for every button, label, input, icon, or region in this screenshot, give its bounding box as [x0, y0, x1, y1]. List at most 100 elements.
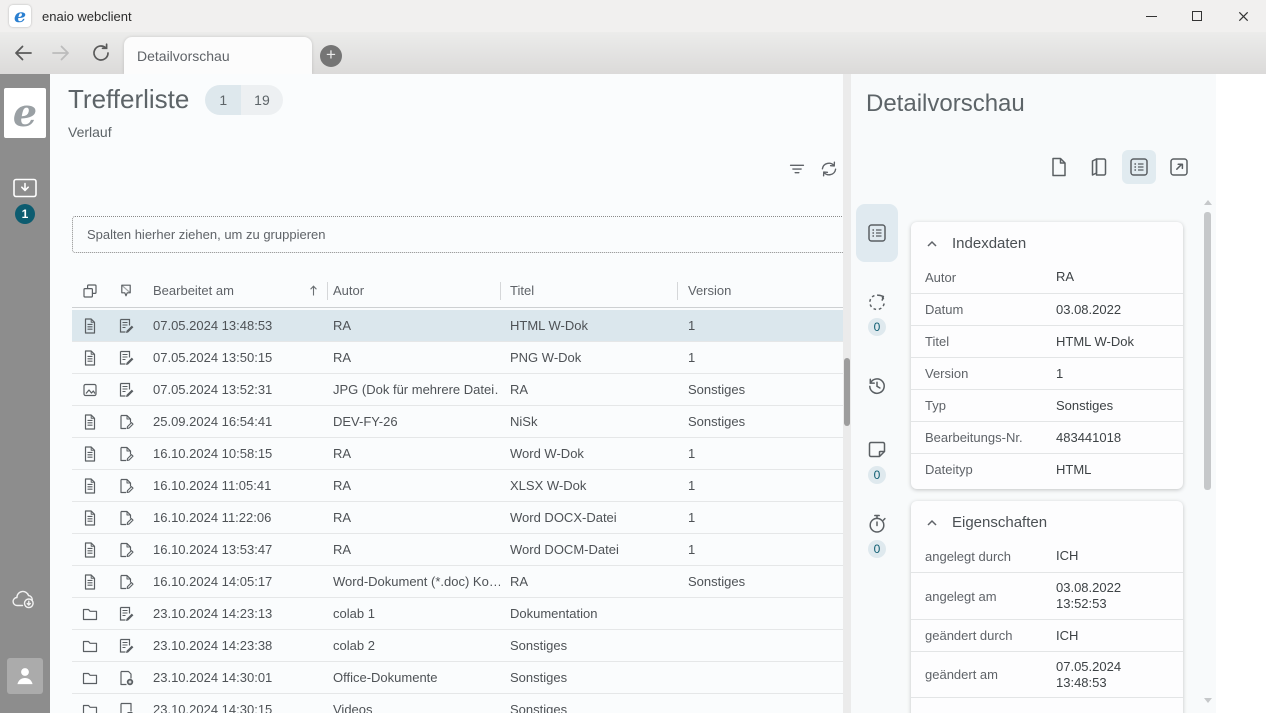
detail-scrollbar[interactable]	[1203, 198, 1213, 713]
cell-titel: Sonstiges	[500, 670, 677, 685]
scroll-up-arrow-icon[interactable]	[1204, 200, 1212, 205]
column-header-autor[interactable]: Autor	[327, 283, 500, 298]
user-avatar-button[interactable]	[7, 658, 43, 694]
column-divider[interactable]	[500, 282, 501, 300]
table-row[interactable]: 16.10.2024 10:58:15RAWord W-Dok1	[72, 438, 858, 470]
table-row[interactable]: 16.10.2024 14:05:17Word-Dokument (*.doc)…	[72, 566, 858, 598]
cell-autor: DEV-FY-26	[327, 414, 500, 429]
maximize-icon	[1192, 11, 1202, 21]
section-header-indexdaten[interactable]: Indexdaten	[911, 222, 1183, 261]
cell-version: 1	[677, 350, 852, 365]
view-tab-document-preview[interactable]	[1042, 150, 1076, 184]
notes-icon	[865, 438, 889, 462]
rail-item-notes[interactable]: 0	[865, 438, 889, 484]
page-scrollbar[interactable]	[843, 74, 851, 713]
cell-autor: Videos	[327, 702, 500, 713]
page-scrollbar-thumb[interactable]	[844, 358, 850, 426]
view-tab-open-in-window[interactable]	[1162, 150, 1196, 184]
field-label: geändert am	[925, 667, 1056, 682]
detail-title: Detailvorschau	[866, 90, 1025, 118]
column-header-bearbeitet-am[interactable]: Bearbeitet am	[144, 283, 327, 298]
cell-autor: RA	[327, 478, 500, 493]
app-body: e 1 Trefferliste 1 19 Verlauf	[0, 74, 1266, 713]
enaio-sidebar-logo[interactable]: e	[4, 88, 46, 138]
object-type-column-icon[interactable]	[81, 282, 99, 300]
detail-panel: Detailvorschau 000 Indexdaten AutorRADat…	[851, 74, 1216, 713]
cell-autor: RA	[327, 510, 500, 525]
column-header-titel[interactable]: Titel	[500, 283, 677, 298]
page-edit-icon	[117, 509, 135, 527]
table-row[interactable]: 23.10.2024 14:23:13colab 1Dokumentation	[72, 598, 858, 630]
offline-sync-button[interactable]	[11, 588, 39, 612]
minimize-button[interactable]	[1128, 0, 1174, 32]
inbox-count-badge: 1	[15, 204, 35, 224]
annotation-pin-column-icon[interactable]	[117, 282, 135, 300]
section-header-eigenschaften[interactable]: Eigenschaften	[911, 501, 1183, 540]
group-by-dropzone[interactable]: Spalten hierher ziehen, um zu gruppieren	[72, 216, 873, 253]
cloud-download-icon	[11, 588, 39, 612]
cell-bearbeitet-am: 07.05.2024 13:50:15	[144, 350, 327, 365]
inbox-tray-button[interactable]	[11, 176, 39, 200]
table-row[interactable]: 23.10.2024 14:30:15VideosSonstiges	[72, 694, 858, 713]
table-row[interactable]: 07.05.2024 13:48:53RAHTML W-Dok1	[72, 310, 858, 342]
workflow-circulation-icon	[865, 290, 889, 314]
rail-item-history[interactable]	[865, 374, 889, 398]
scroll-down-arrow-icon[interactable]	[1204, 698, 1212, 703]
cell-version: Sonstiges	[677, 574, 852, 589]
table-row[interactable]: 16.10.2024 11:22:06RAWord DOCX-Datei1	[72, 502, 858, 534]
field-label: Titel	[925, 334, 1056, 349]
refresh-button[interactable]	[818, 158, 840, 180]
close-button[interactable]	[1220, 0, 1266, 32]
view-tab-object-preview[interactable]	[1082, 150, 1116, 184]
table-body: 07.05.2024 13:48:53RAHTML W-Dok107.05.20…	[72, 310, 858, 713]
column-header-version[interactable]: Version	[677, 283, 852, 298]
cell-autor: colab 1	[327, 606, 500, 621]
field-label: Datum	[925, 302, 1056, 317]
chevron-up-icon	[925, 516, 939, 530]
cell-bearbeitet-am: 25.09.2024 16:54:41	[144, 414, 327, 429]
rail-item-workflow-circulation[interactable]: 0	[865, 290, 889, 336]
forward-button[interactable]	[49, 41, 73, 65]
column-divider[interactable]	[327, 282, 328, 300]
field-label: Dateityp	[925, 462, 1056, 477]
cell-titel: Word DOCM-Datei	[500, 542, 677, 557]
detail-field-row: geändert am07.05.2024 13:48:53	[911, 651, 1183, 698]
table-row[interactable]: 23.10.2024 14:23:38colab 2Sonstiges	[72, 630, 858, 662]
field-label: angelegt durch	[925, 549, 1056, 564]
document-icon	[81, 541, 99, 559]
cell-bearbeitet-am: 16.10.2024 14:05:17	[144, 574, 327, 589]
field-value: RA	[1056, 269, 1169, 285]
page-tray-icon	[117, 701, 135, 713]
left-sidebar: e 1	[0, 74, 50, 713]
inbox-tray-icon	[11, 176, 39, 200]
new-tab-button[interactable]: +	[320, 45, 342, 67]
table-row[interactable]: 07.05.2024 13:52:31JPG (Dok für mehrere …	[72, 374, 858, 406]
history-icon	[865, 374, 889, 398]
field-value: HTML W-Dok	[1056, 334, 1169, 350]
cell-version: 1	[677, 542, 852, 557]
back-button[interactable]	[11, 41, 35, 65]
table-row[interactable]: 23.10.2024 14:30:01Office-DokumenteSonst…	[72, 662, 858, 694]
cell-version: Sonstiges	[677, 414, 852, 429]
cell-version: 1	[677, 510, 852, 525]
detail-field-row: Datum03.08.2022	[911, 293, 1183, 325]
reload-button[interactable]	[89, 41, 113, 65]
document-preview-icon	[1047, 155, 1071, 179]
table-row[interactable]: 25.09.2024 16:54:41DEV-FY-26NiSkSonstige…	[72, 406, 858, 438]
rail-item-follow-up-timer[interactable]: 0	[865, 512, 889, 558]
page-edit-icon	[117, 573, 135, 591]
eigenschaften-card: Eigenschaften angelegt durchICHangelegt …	[911, 501, 1183, 713]
tab-detailvorschau[interactable]: Detailvorschau	[124, 37, 312, 74]
table-row[interactable]: 16.10.2024 11:05:41RAXLSX W-Dok1	[72, 470, 858, 502]
filter-button[interactable]	[786, 158, 808, 180]
cell-autor: Word-Dokument (*.doc) Ko…	[327, 574, 500, 589]
maximize-button[interactable]	[1174, 0, 1220, 32]
table-row[interactable]: 07.05.2024 13:50:15RAPNG W-Dok1	[72, 342, 858, 374]
document-icon	[81, 413, 99, 431]
detail-scrollbar-thumb[interactable]	[1204, 212, 1211, 490]
rail-item-indexdata-list[interactable]	[856, 204, 898, 262]
field-value: 03.08.2022 13:52:53	[1056, 580, 1169, 612]
column-divider[interactable]	[677, 282, 678, 300]
view-tab-indexdata-list[interactable]	[1122, 150, 1156, 184]
table-row[interactable]: 16.10.2024 13:53:47RAWord DOCM-Datei1	[72, 534, 858, 566]
